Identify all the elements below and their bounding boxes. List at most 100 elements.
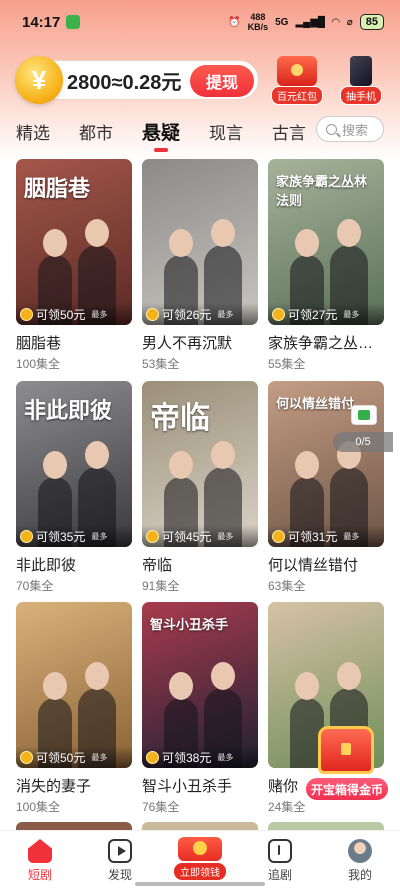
drama-poster[interactable]: 家族争霸之丛林法则 可领27元 最多	[268, 159, 384, 325]
poster-title: 帝临	[150, 401, 210, 436]
reward-badge: 可领35元 最多	[16, 525, 132, 547]
mute-icon: ⌀	[346, 16, 353, 28]
poster-figure-head	[43, 451, 67, 479]
search-placeholder: 搜索	[342, 122, 369, 138]
reward-qualifier: 最多	[217, 752, 234, 762]
next-row-peek	[142, 822, 258, 830]
episode-count: 55集全	[268, 357, 306, 371]
phone-icon	[350, 56, 372, 86]
status-time: 14:17	[22, 13, 61, 31]
poster-title: 智斗小丑杀手	[150, 618, 229, 633]
tab-modern-romance[interactable]: 现言	[209, 119, 243, 144]
phone-lottery-promo[interactable]: 抽手机	[335, 56, 387, 105]
alarm-icon: ⏰	[228, 16, 241, 28]
coin-icon	[178, 837, 222, 861]
floating-widget-icon[interactable]	[351, 405, 377, 425]
home-indicator	[135, 882, 265, 886]
drama-poster[interactable]: 帝临可领45元 最多	[142, 381, 258, 547]
search-input[interactable]: 搜索	[316, 116, 384, 142]
poster-figure-head	[295, 672, 319, 700]
episode-count: 70集全	[16, 579, 54, 593]
reward-amount: 可领31元	[288, 529, 338, 544]
reward-qualifier: 最多	[343, 309, 360, 319]
reward-badge: 可领45元 最多	[142, 525, 258, 547]
reward-badge: 可领38元 最多	[142, 746, 258, 768]
drama-card[interactable]: 帝临 可领45元 最多 帝临 91集全	[142, 381, 258, 594]
drama-title[interactable]: 男人不再沉默	[142, 332, 258, 353]
episode-count: 53集全	[142, 357, 180, 371]
episode-count: 100集全	[16, 800, 61, 814]
drama-title[interactable]: 胭脂巷	[16, 332, 132, 353]
status-bar: 14:17 ⏰ 488 KB/s 5G ▂▄▆█ ◠ ⌀ 85	[0, 0, 400, 44]
drama-card[interactable]: 家族争霸之丛林法则 可领27元 最多家族争霸之丛… 55集全	[268, 159, 384, 372]
tab-featured[interactable]: 精选	[16, 119, 50, 144]
nav-following[interactable]: 追剧	[240, 831, 320, 889]
coin-balance-banner[interactable]: ¥ 2800≈0.28元 提现	[15, 56, 259, 104]
poster-figure-head	[85, 662, 109, 690]
small-coin-icon	[20, 529, 33, 543]
reward-amount: 可领50元	[36, 750, 86, 765]
poster-figure-head	[211, 662, 235, 690]
home-icon	[28, 839, 52, 863]
reward-qualifier: 最多	[217, 309, 234, 319]
drama-title[interactable]: 非此即彼	[16, 554, 132, 575]
reward-amount: 可领50元	[36, 307, 86, 322]
wifi-icon: ◠	[332, 16, 340, 28]
drama-card[interactable]: 非此即彼 可领35元 最多非此即彼 70集全	[16, 381, 132, 594]
drama-poster[interactable]: 可领50元 最多	[16, 602, 132, 768]
poster-figure-head	[169, 672, 193, 700]
reward-badge: 可领50元 最多	[16, 303, 132, 325]
drama-title[interactable]: 消失的妻子	[16, 775, 132, 796]
poster-figure-head	[169, 451, 193, 479]
coin-balance: 2800≈0.28元	[67, 71, 182, 94]
status-right: ⏰ 488 KB/s 5G ▂▄▆█ ◠ ⌀ 85	[228, 12, 384, 32]
poster-figure-head	[85, 219, 109, 247]
nav-earn-now[interactable]: 立即领钱	[160, 831, 240, 889]
treasure-chest-icon	[318, 726, 374, 774]
poster-figure-head	[211, 219, 235, 247]
drama-title[interactable]: 智斗小丑杀手	[142, 775, 258, 796]
reward-amount: 可领26元	[162, 307, 212, 322]
open-chest-button[interactable]: 开宝箱得金币	[304, 776, 390, 802]
episode-count: 76集全	[142, 800, 180, 814]
nav-label: 立即领钱	[174, 863, 226, 880]
nav-discover[interactable]: 发现	[80, 831, 160, 889]
nav-label: 短剧	[27, 868, 52, 882]
poster-figure-head	[43, 672, 67, 700]
reward-amount: 可领35元	[36, 529, 86, 544]
nav-profile[interactable]: 我的	[320, 831, 400, 889]
drama-card[interactable]: 可领50元 最多 消失的妻子 100集全	[16, 602, 132, 815]
drama-title[interactable]: 何以情丝错付	[268, 554, 384, 575]
red-packet-icon	[277, 56, 317, 86]
reward-badge: 可领26元 最多	[142, 303, 258, 325]
net-speed: 488 KB/s	[247, 12, 269, 32]
network-type: 5G	[275, 16, 289, 28]
drama-card[interactable]: 智斗小丑杀手 可领38元 最多 智斗小丑杀手 76集全	[142, 602, 258, 815]
drama-poster[interactable]: 非此即彼 可领35元 最多	[16, 381, 132, 547]
small-coin-icon	[146, 750, 159, 764]
red-packet-promo[interactable]: 百元红包	[271, 56, 323, 105]
drama-poster[interactable]: 可领26元 最多	[142, 159, 258, 325]
drama-title[interactable]: 家族争霸之丛…	[268, 332, 384, 353]
reward-amount: 可领27元	[288, 307, 338, 322]
episode-count: 63集全	[268, 579, 306, 593]
bottom-nav: 短剧 发现 立即领钱 追剧 我的	[0, 830, 400, 889]
poster-figure-head	[337, 662, 361, 690]
notification-icon	[66, 15, 81, 29]
tab-suspense[interactable]: 悬疑	[142, 118, 180, 152]
drama-card[interactable]: 胭脂巷 可领50元 最多 胭脂巷 100集全	[16, 159, 132, 372]
drama-title[interactable]: 帝临	[142, 554, 258, 575]
reward-badge: 可领27元 最多	[268, 303, 384, 325]
drama-card[interactable]: 可领26元 最多 男人不再沉默 53集全	[142, 159, 258, 372]
tab-urban[interactable]: 都市	[79, 119, 113, 144]
reward-badge: 可领50元 最多	[16, 746, 132, 768]
reward-amount: 可领45元	[162, 529, 212, 544]
drama-poster[interactable]: 智斗小丑杀手可领38元 最多	[142, 602, 258, 768]
tab-ancient-romance[interactable]: 古言	[272, 119, 306, 144]
drama-poster[interactable]: 胭脂巷 可领50元 最多	[16, 159, 132, 325]
withdraw-button[interactable]: 提现	[190, 65, 254, 97]
treasure-chest-widget[interactable]: 开宝箱得金币	[304, 726, 394, 812]
nav-label: 追剧	[267, 868, 292, 882]
nav-shorts[interactable]: 短剧	[0, 831, 80, 889]
poster-figure-head	[337, 219, 361, 247]
